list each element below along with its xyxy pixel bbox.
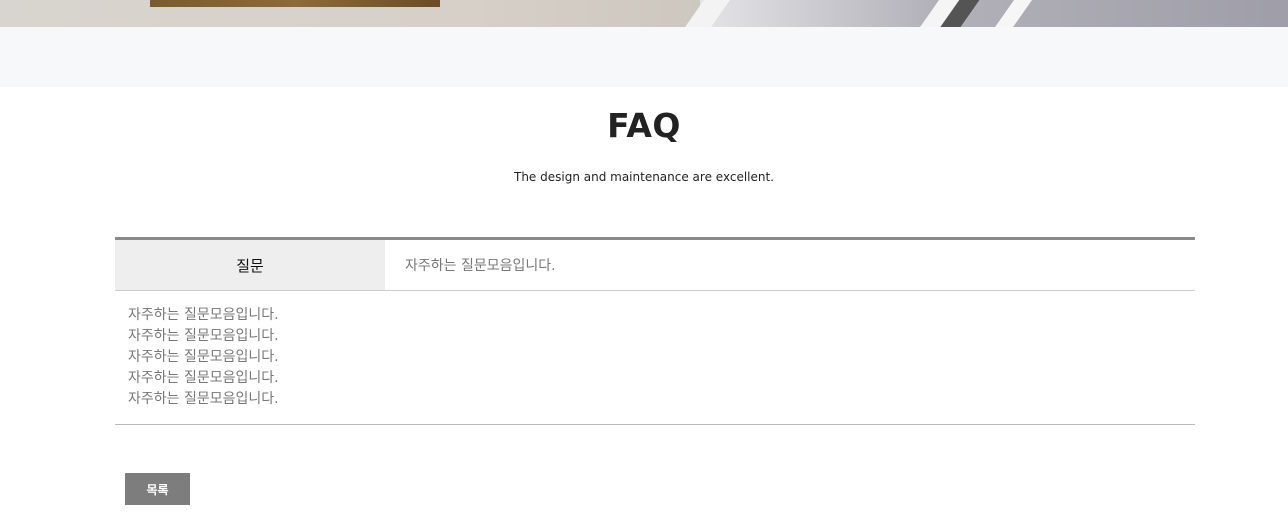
faq-answer-body: 자주하는 질문모음입니다. 자주하는 질문모음입니다. 자주하는 질문모음입니다… <box>115 291 1195 425</box>
hero-banner-image <box>0 0 1288 27</box>
faq-answer-line: 자주하는 질문모음입니다. <box>128 391 279 407</box>
page-title: FAQ <box>607 106 681 145</box>
faq-answer-line: 자주하는 질문모음입니다. <box>128 349 279 365</box>
page-subtitle: The design and maintenance are excellent… <box>513 170 774 184</box>
faq-question-subject: 자주하는 질문모음입니다. <box>405 258 556 274</box>
faq-question-label: 질문 <box>115 240 385 290</box>
hero-image-right <box>700 0 1288 27</box>
faq-detail-table: 질문 자주하는 질문모음입니다. 자주하는 질문모음입니다. 자주하는 질문모음… <box>115 237 1195 425</box>
list-button[interactable]: 목록 <box>125 473 190 505</box>
faq-answer-line: 자주하는 질문모음입니다. <box>128 328 279 344</box>
hero-image-wood-edge <box>150 0 440 7</box>
faq-header-row: 질문 자주하는 질문모음입니다. <box>115 240 1195 291</box>
header-spacer-band <box>0 27 1288 87</box>
faq-answer-line: 자주하는 질문모음입니다. <box>128 307 279 323</box>
faq-answer-line: 자주하는 질문모음입니다. <box>128 370 279 386</box>
